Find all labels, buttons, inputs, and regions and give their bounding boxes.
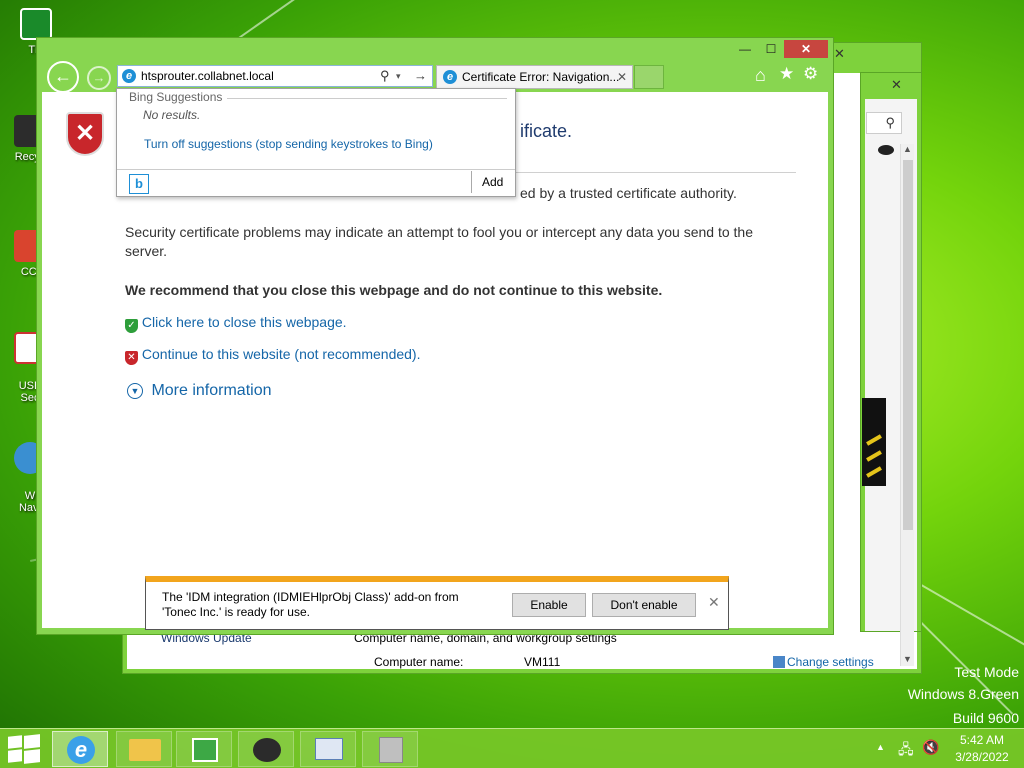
address-input[interactable]: htsprouter.collabnet.local <box>141 66 274 86</box>
internet-explorer-icon: e <box>67 736 95 764</box>
scrollbar-thumb[interactable] <box>903 160 913 530</box>
bg-image <box>862 398 886 486</box>
computer-name-label: Computer name: <box>374 655 464 669</box>
taskbar-app-6[interactable] <box>362 731 418 767</box>
dont-enable-button[interactable]: Don't enable <box>592 593 696 617</box>
home-icon[interactable]: ⌂ <box>755 65 766 86</box>
search-suggestions-dropdown: Bing Suggestions No results. Turn off su… <box>116 88 516 197</box>
thispc-icon <box>20 8 52 40</box>
red-shield-icon: ✕ <box>125 351 138 365</box>
go-arrow-icon[interactable]: → <box>414 66 427 86</box>
chevron-down-icon[interactable]: ▼ <box>903 654 912 664</box>
close-icon[interactable]: ✕ <box>891 77 902 93</box>
chevron-up-icon[interactable]: ▲ <box>876 742 885 752</box>
no-results-text: No results. <box>143 108 201 122</box>
page-heading: ificate. <box>520 121 573 141</box>
windows-logo-icon <box>8 735 22 749</box>
browser-window[interactable]: — ☐ ✕ ← → e htsprouter.collabnet.local ⚲… <box>36 37 834 635</box>
tab-close-icon[interactable]: ✕ <box>617 66 627 88</box>
add-search-provider-button[interactable]: Add <box>482 175 503 189</box>
watermark-line-1: Test Mode <box>954 664 1019 680</box>
cert-line-1: ed by a trusted certificate authority. <box>520 185 737 201</box>
volume-muted-icon[interactable]: 🔇 <box>922 739 939 756</box>
gear-icon[interactable]: ⚙ <box>803 64 818 84</box>
continue-website-label: Continue to this website (not recommende… <box>141 346 421 362</box>
minimize-button[interactable]: — <box>732 40 758 58</box>
clock[interactable]: 5:42 AM 3/28/2022 <box>950 733 1014 764</box>
divider <box>471 171 472 193</box>
taskbar: e ▲ 🖧 🔇 5:42 AM 3/28/2022 <box>0 728 1024 768</box>
forward-button[interactable]: → <box>87 66 111 90</box>
taskbar-file-explorer[interactable] <box>116 731 172 767</box>
maximize-button[interactable]: ☐ <box>758 40 784 58</box>
taskbar-app-5[interactable] <box>300 731 356 767</box>
watermark-line-2: Windows 8.Green <box>907 686 1019 702</box>
favorites-star-icon[interactable]: ★ <box>779 64 794 84</box>
change-settings-link[interactable]: Change settings <box>773 655 874 669</box>
taskbar-app-4[interactable] <box>238 731 294 767</box>
green-shield-icon: ✓ <box>125 319 138 333</box>
recommend-text: We recommend that you close this webpage… <box>125 282 663 298</box>
suggestions-header: Bing Suggestions <box>129 90 223 104</box>
device-icon <box>379 737 403 763</box>
taskbar-ie[interactable]: e <box>52 731 108 767</box>
start-button[interactable] <box>8 734 40 764</box>
close-icon[interactable]: ✕ <box>708 594 720 611</box>
address-bar[interactable]: e htsprouter.collabnet.local ⚲ ▾ → <box>117 65 433 87</box>
folder-icon <box>129 739 161 761</box>
ie-page-icon: e <box>122 69 136 83</box>
clock-time: 5:42 AM <box>959 733 1005 747</box>
ie-page-icon: e <box>443 70 457 84</box>
store-icon <box>192 738 218 762</box>
continue-website-link[interactable]: ✕ Continue to this website (not recommen… <box>125 346 420 365</box>
search-icon: ⚲ <box>885 115 895 130</box>
addon-notification-bar: The 'IDM integration (IDMIEHlprObj Class… <box>145 576 729 630</box>
computer-name-value: VM111 <box>524 655 561 669</box>
shield-icon <box>773 656 785 668</box>
more-information-toggle[interactable]: ▼ More information <box>127 382 272 400</box>
divider <box>227 98 507 99</box>
taskbar-store[interactable] <box>176 731 232 767</box>
bg-webcam-icon <box>878 145 894 155</box>
error-shield-icon: ✕ <box>66 112 104 156</box>
new-tab-button[interactable] <box>634 65 664 89</box>
change-settings-label: Change settings <box>787 655 874 669</box>
chevron-down-icon: ▼ <box>127 383 143 399</box>
clock-date: 3/28/2022 <box>955 750 1009 764</box>
control-panel-icon <box>315 738 343 760</box>
tab-title: Certificate Error: Navigation... <box>462 70 620 84</box>
network-icon[interactable]: 🖧 <box>898 739 914 763</box>
watermark-line-3: Build 9600 <box>952 710 1019 726</box>
chevron-down-icon[interactable]: ▾ <box>396 66 401 86</box>
close-webpage-label: Click here to close this webpage. <box>141 314 347 330</box>
back-button[interactable]: ← <box>47 61 79 93</box>
search-icon[interactable]: ⚲ <box>380 66 390 86</box>
cert-paragraph-2: Security certificate problems may indica… <box>125 224 754 259</box>
close-icon[interactable]: ✕ <box>834 46 845 62</box>
more-information-label: More information <box>151 382 272 399</box>
enable-button[interactable]: Enable <box>512 593 586 617</box>
bg-search-box[interactable]: ⚲ <box>866 112 902 134</box>
scrollbar[interactable]: ▲ ▼ <box>900 144 914 666</box>
bing-logo-icon[interactable]: b <box>129 174 149 194</box>
tab-certificate-error[interactable]: e Certificate Error: Navigation... ✕ <box>436 65 633 89</box>
chevron-up-icon[interactable]: ▲ <box>903 144 912 154</box>
close-button[interactable]: ✕ <box>784 40 828 58</box>
app-icon <box>253 738 281 762</box>
turn-off-suggestions-link[interactable]: Turn off suggestions (stop sending keyst… <box>144 137 433 151</box>
addon-message: The 'IDM integration (IDMIEHlprObj Class… <box>162 590 459 619</box>
divider <box>117 169 515 170</box>
close-webpage-link[interactable]: ✓ Click here to close this webpage. <box>125 314 347 333</box>
